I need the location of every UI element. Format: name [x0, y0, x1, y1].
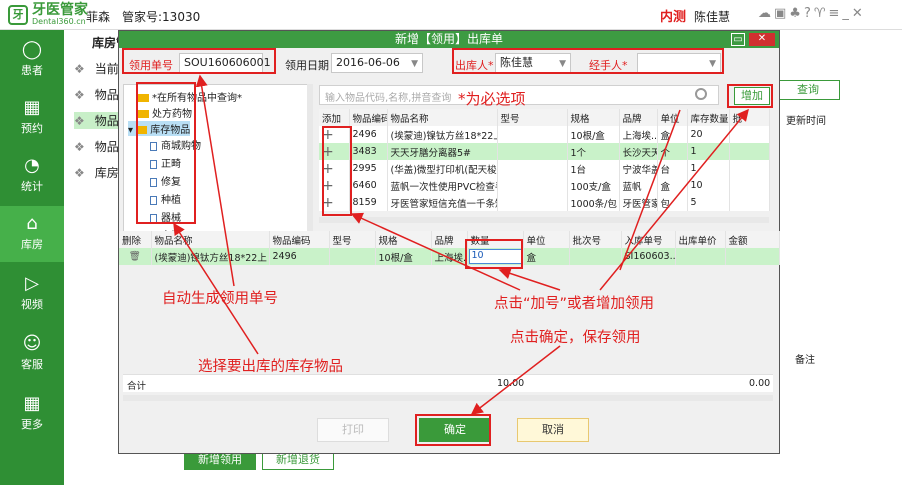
- arrow-auto-no: [195, 74, 235, 287]
- annotation-arrows: [173, 74, 749, 415]
- arrow-qty: [498, 267, 561, 291]
- arrow-people: [619, 109, 681, 271]
- arrow-choose-stock: [173, 222, 259, 355]
- arrow-ok: [470, 345, 561, 415]
- arrow-plus: [350, 212, 521, 291]
